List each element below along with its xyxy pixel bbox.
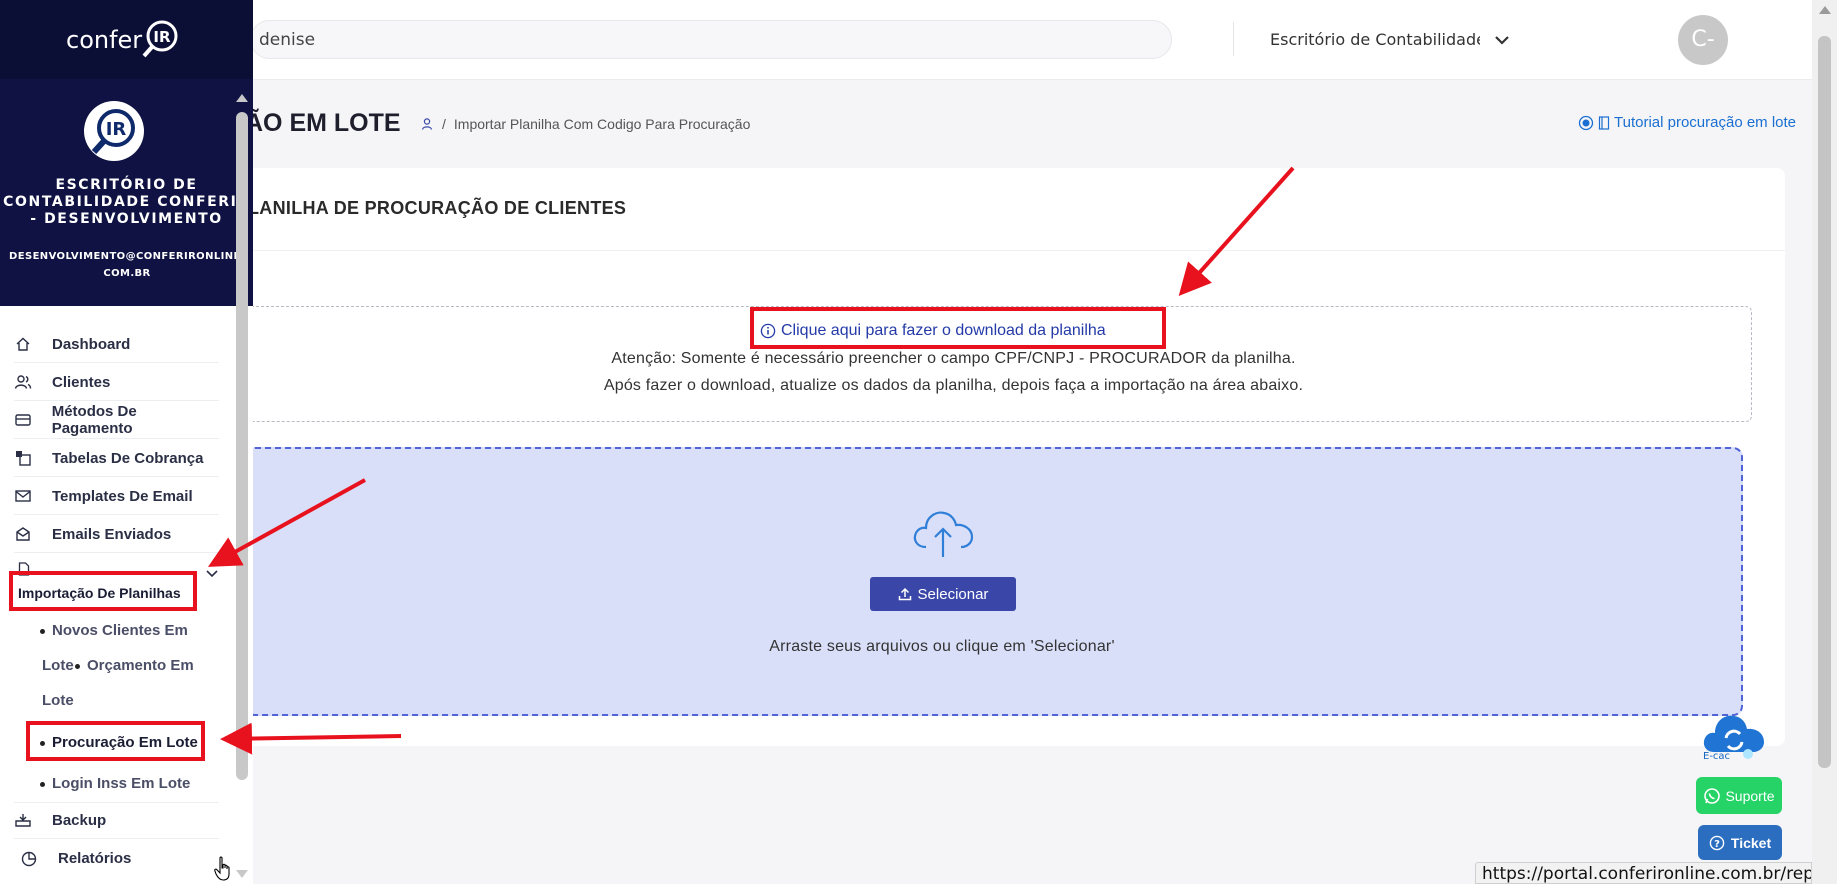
logo-text: confer	[66, 26, 143, 54]
sidebar-item-tabelas-cobranca[interactable]: Tabelas De Cobrança	[14, 440, 219, 477]
select-files-button[interactable]: Selecionar	[870, 577, 1016, 611]
mail-sent-icon	[14, 525, 32, 543]
sidebar-item-emails-enviados[interactable]: Emails Enviados	[14, 516, 219, 553]
sidebar-item-backup[interactable]: Backup	[14, 802, 219, 839]
annotation-box-procuracao	[26, 721, 205, 761]
status-url: https://portal.conferironline.com.br/rep…	[1475, 862, 1812, 884]
sidebar-item-label: Relatórios	[58, 850, 132, 867]
sidebar-item-label: Emails Enviados	[52, 525, 172, 543]
cloud-upload-icon	[913, 511, 974, 557]
sidebar-item-label: Métodos De Pagamento	[51, 403, 137, 437]
page-title: ÃO EM LOTE	[245, 109, 401, 137]
subitem-label: Orçamento Em	[87, 657, 194, 674]
user-icon[interactable]	[420, 117, 434, 131]
table-icon	[14, 449, 32, 467]
sidebar-item-relatorios[interactable]: Relatórios	[20, 840, 225, 877]
mail-icon	[14, 487, 32, 505]
help-icon: ?	[1709, 835, 1725, 850]
upload-icon	[898, 587, 911, 601]
top-divider	[1233, 22, 1234, 56]
logo-mark: IR	[154, 28, 172, 46]
backup-icon	[14, 811, 32, 829]
annotation-box-download-link	[750, 307, 1166, 349]
page-scrollbar[interactable]	[1812, 0, 1837, 884]
sidebar-item-label: Tabelas De Cobrança	[52, 449, 204, 467]
sidebar-item-label: Backup	[52, 811, 107, 829]
subitem-label: Lote	[42, 657, 74, 674]
bullet	[40, 628, 45, 634]
breadcrumb: / Importar Planilha Com Codigo Para Proc…	[420, 116, 750, 132]
sidebar-subitem-login-inss[interactable]: Login Inss Em Lote	[40, 775, 190, 792]
subitem-label: Novos Clientes Em	[52, 622, 188, 639]
ecac-label: E-cac	[1703, 751, 1731, 762]
whatsapp-icon	[1704, 787, 1721, 804]
company-logo: IR	[84, 101, 144, 161]
search-input[interactable]: denise	[250, 20, 1172, 59]
sidebar-item-templates-email[interactable]: Templates De Email	[14, 478, 219, 515]
company-logo-mark: IR	[106, 119, 127, 140]
ticket-label: Ticket	[1730, 834, 1772, 851]
sidebar-item-dashboard[interactable]: Dashboard	[14, 326, 219, 363]
book-icon	[1598, 115, 1610, 130]
home-icon	[14, 335, 32, 353]
users-icon	[14, 373, 32, 391]
whatsapp-support-button[interactable]: Suporte	[1696, 777, 1782, 814]
app-logo[interactable]: confer IR	[66, 18, 186, 62]
sidebar-subitem-orcamento[interactable]: Orçamento Em	[75, 657, 194, 674]
ticket-button[interactable]: ? Ticket	[1698, 825, 1782, 860]
subitem-label: Login Inss Em Lote	[52, 775, 191, 792]
card-icon	[14, 411, 32, 429]
chevron-down-icon[interactable]	[1490, 28, 1514, 52]
sidebar-subitem-novos-clientes-cont[interactable]: Lote	[42, 657, 74, 674]
sidebar-item-clientes[interactable]: Clientes	[14, 364, 219, 401]
sidebar-item-label: Dashboard	[52, 335, 131, 353]
card-divider	[245, 250, 1785, 251]
select-button-label: Selecionar	[917, 585, 989, 603]
sidebar-scrollbar[interactable]	[234, 90, 251, 880]
sidebar-item-label: Templates De Email	[52, 487, 193, 505]
breadcrumb-current: Importar Planilha Com Codigo Para Procur…	[453, 116, 751, 132]
card-title: LANILHA DE PROCURAÇÃO DE CLIENTES	[248, 198, 627, 218]
annotation-box-importacao	[9, 571, 197, 611]
sidebar-item-label: Clientes	[52, 373, 111, 391]
sidebar-item-metodos-pagamento[interactable]: Métodos De Pagamento	[14, 402, 219, 439]
company-email: DESENVOLVIMENTO@CONFERIRONLINE.COM.BR	[9, 251, 245, 279]
chevron-down-icon[interactable]	[204, 565, 220, 581]
bullet	[40, 781, 45, 787]
svg-text:?: ?	[1714, 839, 1720, 850]
instructions-text: Após fazer o download, atualize os dados…	[603, 377, 1304, 394]
company-name: ESCRITÓRIO DE CONTABILIDADE CONFERIR - D…	[3, 177, 250, 227]
radio-icon	[1578, 115, 1594, 130]
magnifier-logo-icon: IR	[142, 20, 178, 58]
company-select[interactable]: Escritório de Contabilidade Conferir - D…	[1254, 22, 1514, 58]
dropzone-hint: Arraste seus arquivos ou clique em 'Sele…	[769, 638, 1115, 655]
bullet	[75, 663, 80, 669]
hand-cursor-icon	[214, 856, 230, 881]
sidebar-subitem-orcamento-cont[interactable]: Lote	[42, 692, 74, 709]
pie-chart-icon	[20, 850, 38, 868]
tutorial-link[interactable]: Tutorial procuração em lote	[1578, 114, 1796, 131]
avatar[interactable]: C-	[1678, 15, 1728, 65]
tutorial-link-label: Tutorial procuração em lote	[1614, 114, 1797, 131]
company-select-value: Escritório de Contabilidade Conferir - D…	[1270, 30, 1480, 49]
breadcrumb-separator: /	[442, 116, 446, 132]
attention-text: Atenção: Somente é necessário preencher …	[611, 350, 1296, 367]
sidebar-subitem-novos-clientes[interactable]: Novos Clientes Em	[40, 622, 188, 639]
subitem-label: Lote	[42, 692, 74, 709]
support-label: Suporte	[1725, 787, 1775, 804]
